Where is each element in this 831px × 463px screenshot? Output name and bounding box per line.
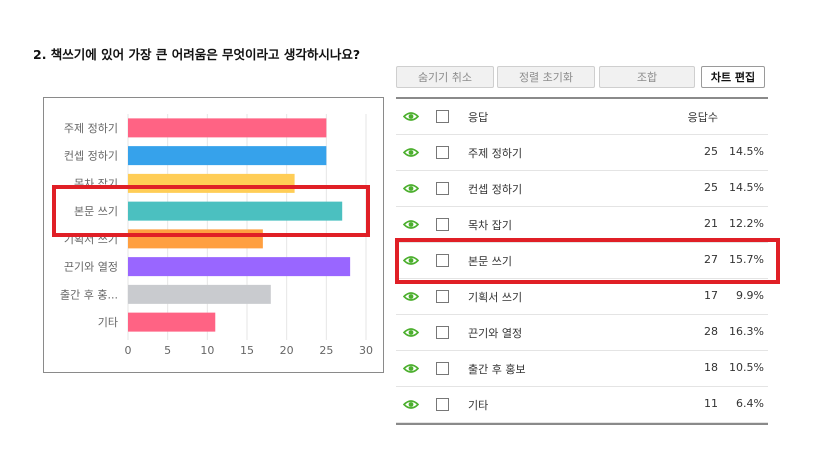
row-label: 컨셉 정하기 [468,183,523,196]
row-label: 목차 잡기 [468,219,512,232]
bar [128,257,351,277]
eye-icon[interactable] [403,363,419,374]
hide-cancel-button[interactable]: 숨기기 취소 [396,66,494,88]
bar [128,118,327,138]
row-checkbox[interactable] [436,182,449,195]
table-row[interactable]: 주제 정하기 25 14.5% [396,135,768,171]
x-tick-label: 5 [164,344,171,357]
table-row[interactable]: 기타 11 6.4% [396,387,768,423]
row-count: 28 [704,325,718,338]
x-tick-label: 25 [319,344,333,357]
table-bottom-border [396,423,768,425]
eye-icon[interactable] [403,291,419,302]
row-percent: 14.5% [729,145,764,158]
eye-icon[interactable] [403,327,419,338]
row-count: 11 [704,397,718,410]
category-label: 주제 정하기 [64,121,118,135]
eye-icon[interactable] [403,147,419,158]
bar [128,284,271,304]
table-row[interactable]: 끈기와 열정 28 16.3% [396,315,768,351]
x-tick-label: 10 [200,344,214,357]
row-count: 18 [704,361,718,374]
header-response: 응답 [468,111,489,124]
x-tick-label: 0 [125,344,132,357]
category-label: 끈기와 열정 [64,261,118,274]
row-label: 주제 정하기 [468,147,523,160]
row-checkbox[interactable] [436,218,449,231]
question-title: 2. 책쓰기에 있어 가장 큰 어려움은 무엇이라고 생각하시나요? [33,47,361,62]
category-label: 기타 [98,316,118,329]
x-tick-label: 20 [280,344,294,357]
row-label: 출간 후 홍보 [468,363,526,376]
eye-icon[interactable] [403,399,419,410]
row-percent: 14.5% [729,181,764,194]
category-label: 출간 후 홍... [60,287,118,301]
combine-button[interactable]: 조합 [599,66,695,88]
row-checkbox[interactable] [436,326,449,339]
row-checkbox[interactable] [436,362,449,375]
table-row[interactable]: 기획서 쓰기 17 9.9% [396,279,768,315]
category-label: 컨셉 정하기 [64,149,118,163]
row-checkbox[interactable] [436,398,449,411]
table-header-row: 응답 응답수 [396,99,768,135]
row-count: 21 [704,217,718,230]
edit-chart-button[interactable]: 차트 편집 [701,66,765,88]
table-row[interactable]: 출간 후 홍보 18 10.5% [396,351,768,387]
table-highlight-box [395,238,780,284]
row-checkbox[interactable] [436,146,449,159]
chart-highlight-box [52,185,370,237]
row-percent: 10.5% [729,361,764,374]
header-count: 응답수 [687,111,718,124]
row-label: 기타 [468,399,489,412]
row-percent: 6.4% [736,397,764,410]
bar [128,146,327,166]
row-percent: 12.2% [729,217,764,230]
row-percent: 9.9% [736,289,764,302]
row-count: 17 [704,289,718,302]
eye-icon[interactable] [403,111,419,122]
row-count: 25 [704,181,718,194]
eye-icon[interactable] [403,183,419,194]
table-row[interactable]: 컨셉 정하기 25 14.5% [396,171,768,207]
row-label: 끈기와 열정 [468,327,523,340]
bar [128,312,216,332]
eye-icon[interactable] [403,219,419,230]
row-count: 25 [704,145,718,158]
x-tick-label: 30 [359,344,373,357]
select-all-checkbox[interactable] [436,110,449,123]
sort-reset-button[interactable]: 정렬 초기화 [497,66,595,88]
x-tick-label: 15 [240,344,254,357]
row-checkbox[interactable] [436,290,449,303]
row-percent: 16.3% [729,325,764,338]
row-label: 기획서 쓰기 [468,291,523,304]
